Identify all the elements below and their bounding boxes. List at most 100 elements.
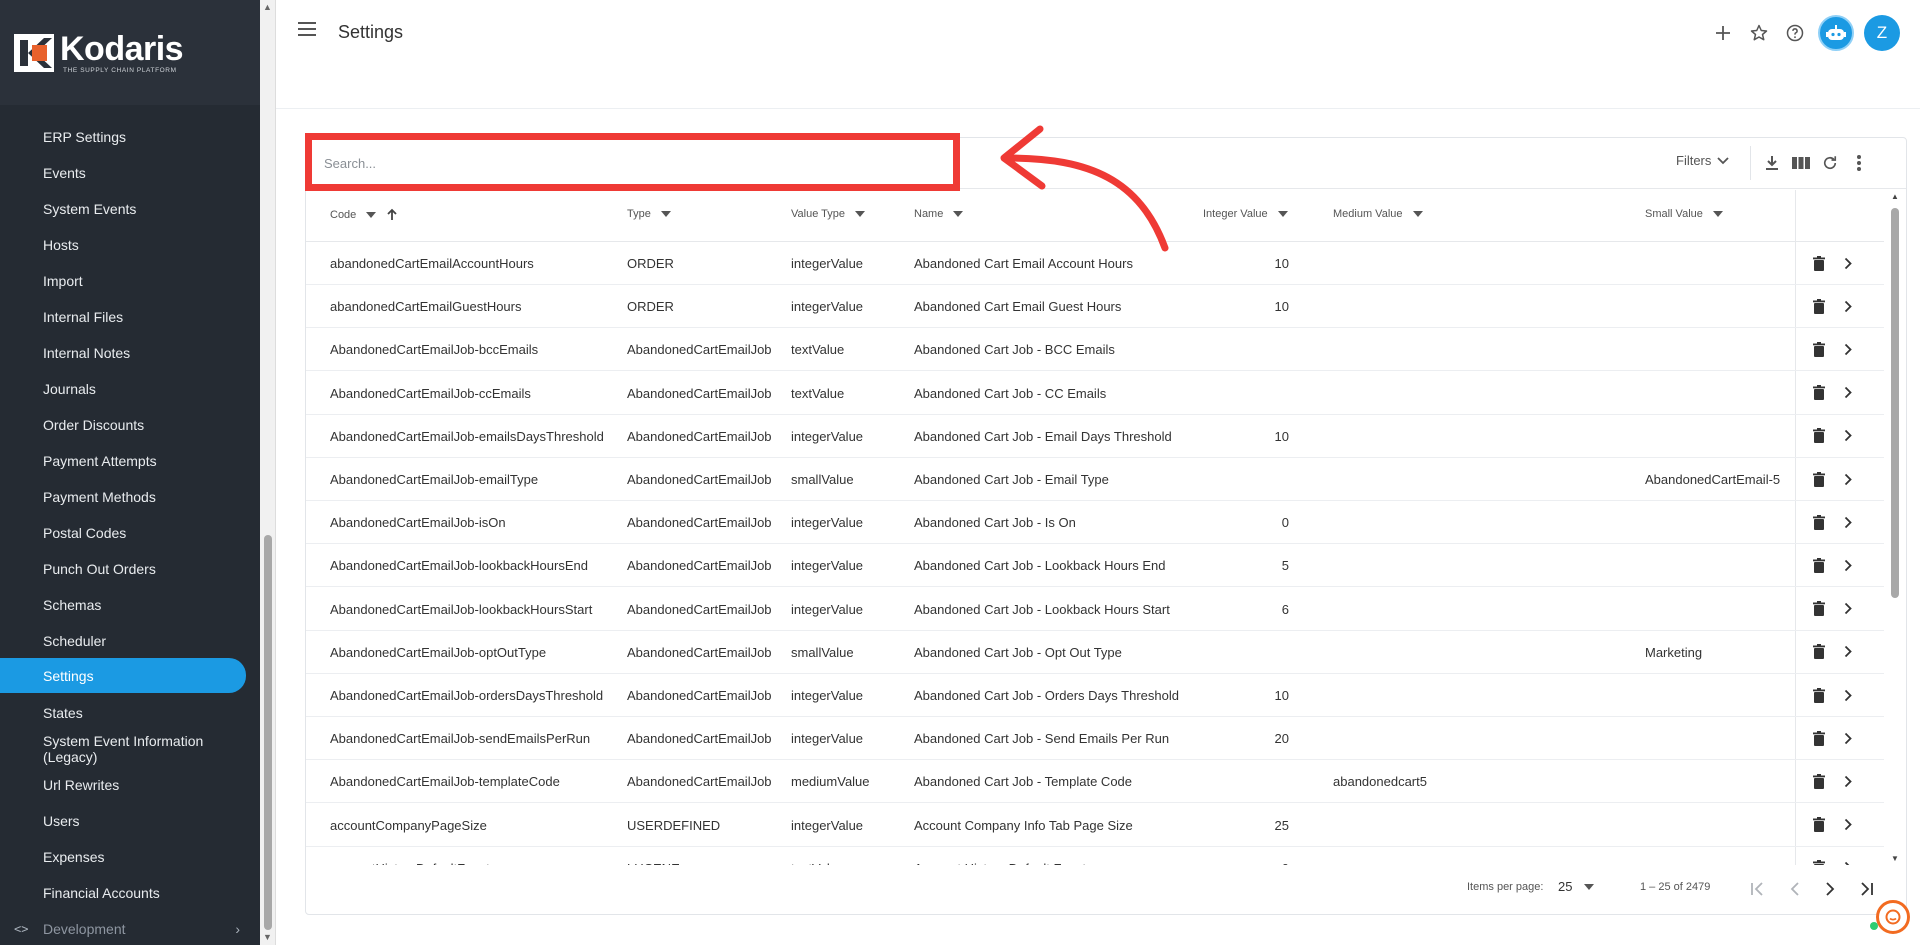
scroll-up-arrow-icon[interactable]: ▲ bbox=[263, 2, 272, 12]
delete-icon[interactable] bbox=[1809, 642, 1829, 662]
table-row[interactable]: AbandonedCartEmailJob-emailsDaysThreshol… bbox=[306, 415, 1884, 458]
table-row[interactable]: AbandonedCartEmailJob-optOutType Abandone… bbox=[306, 631, 1884, 674]
chevron-right-icon[interactable] bbox=[1838, 815, 1858, 835]
sidebar-scrollbar-thumb[interactable] bbox=[264, 535, 272, 930]
sidebar-item-internal-files[interactable]: Internal Files bbox=[0, 300, 246, 333]
caret-down-icon[interactable] bbox=[1277, 211, 1288, 217]
table-row[interactable]: accountHistoryDefaultFacetsLUCENEtextVal… bbox=[306, 847, 1884, 865]
table-row[interactable]: AbandonedCartEmailJob-lookbackHoursEnd Ab… bbox=[306, 544, 1884, 588]
sidebar-item-payment-attempts[interactable]: Payment Attempts bbox=[0, 444, 246, 477]
columns-icon[interactable] bbox=[1790, 152, 1812, 174]
sidebar-item-order-discounts[interactable]: Order Discounts bbox=[0, 408, 246, 441]
chevron-right-icon[interactable] bbox=[1838, 383, 1858, 403]
delete-icon[interactable] bbox=[1809, 512, 1829, 532]
delete-icon[interactable] bbox=[1809, 296, 1829, 316]
chevron-right-icon[interactable] bbox=[1838, 642, 1858, 662]
table-scrollbar-thumb[interactable] bbox=[1891, 208, 1899, 598]
scroll-up-arrow-icon[interactable]: ▲ bbox=[1891, 192, 1899, 201]
sidebar-item-system-event-information[interactable]: System Event Information (Legacy) bbox=[0, 732, 246, 765]
sidebar-item-punch-out-orders[interactable]: Punch Out Orders bbox=[0, 552, 246, 585]
scroll-down-arrow-icon[interactable]: ▼ bbox=[263, 932, 272, 942]
delete-icon[interactable] bbox=[1809, 426, 1829, 446]
delete-icon[interactable] bbox=[1809, 815, 1829, 835]
table-row[interactable]: AbandonedCartEmailJob-isOn AbandonedCartE… bbox=[306, 501, 1884, 545]
scroll-down-arrow-icon[interactable]: ▼ bbox=[1891, 854, 1899, 863]
star-icon[interactable] bbox=[1746, 20, 1772, 46]
chevron-right-icon[interactable] bbox=[1838, 296, 1858, 316]
chevron-right-icon[interactable] bbox=[1838, 555, 1858, 575]
caret-down-icon[interactable] bbox=[1412, 211, 1423, 217]
chevron-right-icon[interactable] bbox=[1838, 426, 1858, 446]
caret-down-icon[interactable] bbox=[366, 211, 377, 218]
next-page-icon[interactable] bbox=[1818, 877, 1842, 901]
sidebar-item-scheduler[interactable]: Scheduler bbox=[0, 624, 246, 657]
hamburger-menu-icon[interactable] bbox=[298, 22, 318, 42]
chevron-right-icon[interactable] bbox=[1838, 253, 1858, 273]
delete-icon[interactable] bbox=[1809, 339, 1829, 359]
chevron-right-icon[interactable] bbox=[1838, 512, 1858, 532]
chevron-right-icon[interactable] bbox=[1838, 728, 1858, 748]
table-row[interactable]: AbandonedCartEmailJob-ordersDaysThreshol… bbox=[306, 674, 1884, 717]
caret-down-icon[interactable] bbox=[855, 211, 866, 217]
help-icon[interactable] bbox=[1782, 20, 1808, 46]
chevron-right-icon[interactable] bbox=[1838, 599, 1858, 619]
delete-icon[interactable] bbox=[1809, 728, 1829, 748]
table-row[interactable]: AbandonedCartEmailJob-templateCode Abando… bbox=[306, 760, 1884, 804]
sidebar-item-postal-codes[interactable]: Postal Codes bbox=[0, 516, 246, 549]
sidebar-item-events[interactable]: Events bbox=[0, 156, 246, 189]
table-row[interactable]: AbandonedCartEmailJob-emailType Abandoned… bbox=[306, 458, 1884, 501]
table-row[interactable]: AbandonedCartEmailJob-lookbackHoursStart… bbox=[306, 588, 1884, 631]
sidebar-item-schemas[interactable]: Schemas bbox=[0, 588, 246, 621]
column-header-code[interactable]: Code bbox=[330, 208, 398, 221]
chevron-right-icon[interactable] bbox=[1838, 858, 1858, 865]
sidebar-item-development[interactable]: <> Development › bbox=[0, 912, 246, 945]
sort-ascending-icon[interactable] bbox=[386, 208, 398, 221]
refresh-icon[interactable] bbox=[1819, 152, 1841, 174]
filters-button[interactable]: Filters bbox=[1676, 153, 1730, 168]
last-page-icon[interactable] bbox=[1854, 877, 1878, 901]
sidebar-item-system-events[interactable]: System Events bbox=[0, 192, 246, 225]
column-header-type[interactable]: Type bbox=[627, 208, 671, 220]
delete-icon[interactable] bbox=[1809, 253, 1829, 273]
assistant-robot-icon[interactable] bbox=[1818, 15, 1854, 51]
column-header-small-value[interactable]: Small Value bbox=[1645, 208, 1723, 220]
table-row[interactable]: accountCompanyPageSize USERDEFINED integer… bbox=[306, 804, 1884, 847]
chevron-right-icon[interactable] bbox=[1838, 339, 1858, 359]
chevron-right-icon[interactable] bbox=[1838, 771, 1858, 791]
first-page-icon[interactable] bbox=[1746, 877, 1770, 901]
chevron-right-icon[interactable] bbox=[1838, 685, 1858, 705]
sidebar-item-url-rewrites[interactable]: Url Rewrites bbox=[0, 768, 246, 801]
table-row[interactable]: AbandonedCartEmailJob-bccEmails Abandoned… bbox=[306, 328, 1884, 372]
sidebar-item-expenses[interactable]: Expenses bbox=[0, 840, 246, 873]
sidebar-item-settings[interactable]: Settings bbox=[0, 658, 246, 693]
table-row[interactable]: AbandonedCartEmailJob-sendEmailsPerRun Ab… bbox=[306, 717, 1884, 761]
sidebar-item-hosts[interactable]: Hosts bbox=[0, 228, 246, 261]
sidebar-scrollbar[interactable]: ▲ ▼ bbox=[260, 0, 276, 945]
table-row[interactable]: AbandonedCartEmailJob-ccEmails AbandonedC… bbox=[306, 372, 1884, 415]
table-scrollbar[interactable]: ▲ ▼ bbox=[1886, 190, 1906, 865]
sidebar-item-journals[interactable]: Journals bbox=[0, 372, 246, 405]
sidebar-item-payment-methods[interactable]: Payment Methods bbox=[0, 480, 246, 513]
previous-page-icon[interactable] bbox=[1783, 877, 1807, 901]
sidebar-item-import[interactable]: Import bbox=[0, 264, 246, 297]
caret-down-icon[interactable] bbox=[953, 211, 964, 217]
chat-support-icon[interactable] bbox=[1876, 900, 1910, 934]
table-row[interactable]: abandonedCartEmailGuestHours ORDER integer… bbox=[306, 285, 1884, 329]
items-per-page-select[interactable]: 25 bbox=[1558, 879, 1595, 894]
column-header-value-type[interactable]: Value Type bbox=[791, 208, 866, 220]
caret-down-icon[interactable] bbox=[660, 211, 671, 217]
delete-icon[interactable] bbox=[1809, 555, 1829, 575]
sidebar-item-financial-accounts[interactable]: Financial Accounts bbox=[0, 876, 246, 909]
column-header-name[interactable]: Name bbox=[914, 208, 964, 220]
sidebar-item-erp-settings[interactable]: ERP Settings bbox=[0, 120, 246, 153]
caret-down-icon[interactable] bbox=[1712, 211, 1723, 217]
add-icon[interactable] bbox=[1710, 20, 1736, 46]
user-avatar[interactable]: Z bbox=[1864, 15, 1900, 51]
delete-icon[interactable] bbox=[1809, 858, 1829, 865]
column-header-medium-value[interactable]: Medium Value bbox=[1333, 208, 1423, 220]
download-icon[interactable] bbox=[1761, 152, 1783, 174]
delete-icon[interactable] bbox=[1809, 599, 1829, 619]
delete-icon[interactable] bbox=[1809, 685, 1829, 705]
kodaris-logo[interactable]: Kodaris THE SUPPLY CHAIN PLATFORM bbox=[14, 32, 184, 74]
sidebar-item-internal-notes[interactable]: Internal Notes bbox=[0, 336, 246, 369]
